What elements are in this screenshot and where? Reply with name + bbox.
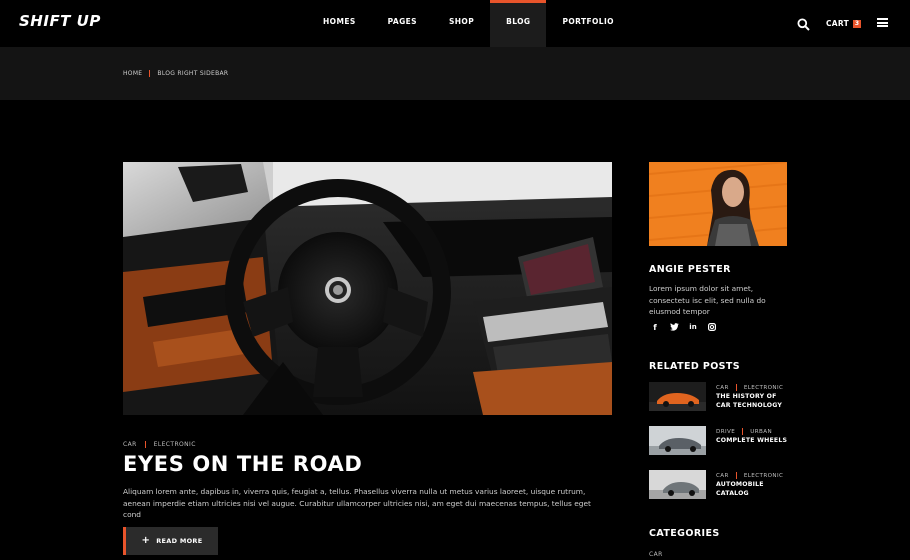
related-post-thumbnail[interactable]	[649, 426, 706, 455]
related-post-title[interactable]: THE HISTORY OF CAR TECHNOLOGY	[716, 393, 791, 410]
author-name: ANGIE PESTER	[649, 264, 731, 275]
post-featured-image[interactable]	[123, 162, 612, 415]
main-nav: HOMES PAGES SHOP BLOG PORTFOLIO	[307, 0, 630, 47]
author-social-links: f in	[651, 323, 717, 332]
nav-shop[interactable]: SHOP	[433, 0, 490, 47]
related-post-item[interactable]: CAR ELECTRONIC AUTOMOBILE CATALOG	[649, 470, 789, 502]
breadcrumb: HOME BLOG RIGHT SIDEBAR	[123, 70, 228, 77]
related-category[interactable]: CAR	[716, 473, 729, 479]
post-category-electronic[interactable]: ELECTRONIC	[154, 441, 196, 448]
post-categories: CAR ELECTRONIC	[123, 441, 196, 448]
category-separator	[742, 428, 744, 435]
read-more-button[interactable]: + READ MORE	[123, 527, 218, 555]
site-header: SHIFT UP HOMES PAGES SHOP BLOG PORTFOLIO…	[0, 0, 910, 47]
read-more-label: READ MORE	[156, 537, 203, 545]
related-post-thumbnail[interactable]	[649, 470, 706, 499]
post-excerpt: Aliquam lorem ante, dapibus in, viverra …	[123, 487, 591, 519]
hamburger-menu-icon[interactable]	[877, 18, 888, 27]
related-post-thumbnail[interactable]	[649, 382, 706, 411]
plus-icon: +	[141, 535, 151, 546]
breadcrumb-separator	[149, 70, 151, 77]
related-post-title[interactable]: COMPLETE WHEELS	[716, 437, 791, 446]
author-photo	[649, 162, 787, 246]
category-separator	[735, 472, 737, 479]
categories-title: CATEGORIES	[649, 528, 720, 539]
nav-portfolio[interactable]: PORTFOLIO	[546, 0, 629, 47]
category-link-car[interactable]: CAR	[649, 551, 663, 558]
search-icon[interactable]	[797, 18, 810, 31]
related-post-item[interactable]: DRIVE URBAN COMPLETE WHEELS	[649, 426, 789, 458]
related-category[interactable]: DRIVE	[716, 429, 735, 435]
related-post-item[interactable]: CAR ELECTRONIC THE HISTORY OF CAR TECHNO…	[649, 382, 789, 414]
category-separator	[144, 441, 146, 448]
related-category[interactable]: URBAN	[750, 429, 772, 435]
cart-label: CART	[826, 19, 850, 28]
breadcrumb-current: BLOG RIGHT SIDEBAR	[157, 70, 229, 77]
related-post-title[interactable]: AUTOMOBILE CATALOG	[716, 481, 791, 498]
facebook-icon[interactable]: f	[651, 323, 659, 332]
related-category[interactable]: ELECTRONIC	[744, 473, 784, 479]
related-post-categories: DRIVE URBAN	[716, 428, 772, 435]
post-title[interactable]: EYES ON THE ROAD	[123, 452, 362, 476]
nav-blog[interactable]: BLOG	[490, 0, 547, 47]
cart-count-badge: 3	[853, 19, 862, 28]
instagram-icon[interactable]	[708, 323, 717, 332]
logo[interactable]: SHIFT UP	[19, 12, 101, 30]
related-posts-title: RELATED POSTS	[649, 361, 741, 372]
twitter-icon[interactable]	[670, 323, 679, 332]
nav-homes[interactable]: HOMES	[307, 0, 372, 47]
category-separator	[735, 384, 737, 391]
related-category[interactable]: CAR	[716, 385, 729, 391]
nav-pages[interactable]: PAGES	[372, 0, 433, 47]
linkedin-icon[interactable]: in	[689, 323, 697, 332]
related-post-categories: CAR ELECTRONIC	[716, 384, 783, 391]
author-bio: Lorem ipsum dolor sit amet, consectetu i…	[649, 284, 766, 316]
breadcrumb-home[interactable]: HOME	[123, 70, 142, 77]
related-post-categories: CAR ELECTRONIC	[716, 472, 783, 479]
post-category-car[interactable]: CAR	[123, 441, 137, 448]
related-category[interactable]: ELECTRONIC	[744, 385, 784, 391]
cart-button[interactable]: CART 3	[826, 19, 862, 28]
